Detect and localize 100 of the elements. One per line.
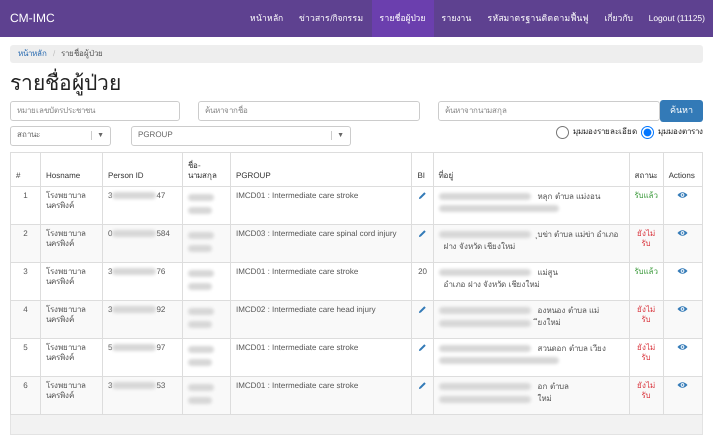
address-text: ฝาง จังหวัด เชียงใหม่ — [442, 241, 516, 254]
edit-icon[interactable] — [418, 342, 428, 352]
hospital-name: โรงพยาบาลนครพิงค์ — [46, 266, 86, 286]
nav-link[interactable]: รายงาน — [434, 0, 480, 37]
view-icon[interactable] — [677, 305, 688, 314]
status-text: รับแล้ว — [634, 266, 658, 276]
redacted-text — [188, 232, 214, 239]
hospital-name: โรงพยาบาลนครพิงค์ — [46, 190, 86, 210]
address-text: แม่สูน — [536, 266, 558, 280]
redacted-text — [188, 270, 214, 277]
row-number: 4 — [23, 304, 28, 314]
id-prefix: 0 — [108, 228, 112, 238]
id-prefix: 3 — [108, 380, 112, 390]
view-radio[interactable] — [556, 126, 569, 139]
id-suffix: 47 — [156, 190, 166, 200]
row-number: 2 — [23, 228, 28, 238]
view-icon[interactable] — [677, 267, 688, 276]
hospital-name: โรงพยาบาลนครพิงค์ — [46, 228, 86, 248]
view-icon[interactable] — [677, 343, 688, 352]
breadcrumb-link[interactable]: หน้าหลัก — [18, 49, 47, 60]
address-text: อำเภอ ฝาง จังหวัด เชียงใหม่ — [442, 279, 540, 292]
redacted-text — [112, 268, 156, 275]
redacted-text — [188, 194, 214, 201]
row-number: 1 — [23, 190, 28, 200]
redacted-text — [188, 358, 212, 366]
id-prefix: 3 — [108, 190, 112, 200]
column-header: # — [10, 152, 40, 186]
redacted-text — [112, 306, 156, 313]
id-suffix: 76 — [156, 266, 166, 276]
hospital-name: โรงพยาบาลนครพิงค์ — [46, 304, 86, 324]
row-number: 6 — [23, 380, 28, 390]
pgroup-text: IMCD01 : Intermediate care stroke — [236, 190, 358, 200]
view-icon[interactable] — [677, 381, 688, 390]
redacted-text — [188, 384, 214, 391]
address-text: ใหม่ — [536, 393, 552, 406]
status-text: ยังไม่รับ — [637, 228, 656, 248]
address-text: องหนอง ตำบล แม่ — [536, 304, 600, 317]
nav-link[interactable]: รายชื่อผู้ป่วย — [372, 0, 434, 37]
edit-icon[interactable] — [418, 228, 428, 238]
pgroup-text: IMCD01 : Intermediate care stroke — [236, 342, 358, 352]
redacted-text — [188, 346, 214, 353]
surname-field[interactable]: ค้นหาจากนามสกุล — [438, 100, 660, 121]
edit-icon[interactable] — [418, 380, 428, 390]
id-suffix: 584 — [156, 228, 170, 238]
status-text: ยังไม่รับ — [637, 380, 656, 400]
column-header: Person ID — [102, 152, 182, 186]
id-prefix: 3 — [108, 266, 112, 276]
row-number: 3 — [23, 266, 28, 276]
brand-title[interactable]: CM-IMC — [10, 10, 55, 26]
breadcrumb-separator: / — [53, 49, 56, 60]
redacted-text — [188, 282, 212, 290]
id-prefix: 5 — [108, 342, 112, 352]
view-icon[interactable] — [677, 229, 688, 238]
nav-link[interactable]: หน้าหลัก — [242, 0, 292, 37]
page-title: รายชื่อผู้ป่วย — [10, 71, 703, 97]
nav-link[interactable]: Logout (11125) — [640, 0, 713, 37]
column-header: ชื่อ-นามสกุล — [182, 152, 230, 186]
hospital-name: โรงพยาบาลนครพิงค์ — [46, 342, 86, 362]
redacted-text — [112, 192, 156, 199]
address-text: สวนดอก ตำบล เวียง — [536, 342, 606, 355]
id-prefix: 3 — [108, 304, 112, 314]
address-text: ียงใหม่ — [532, 317, 561, 330]
nav-link[interactable]: เกี่ยวกับ — [596, 0, 641, 37]
pgroup-text: IMCD02 : Intermediate care head injury — [236, 304, 376, 314]
edit-icon[interactable] — [418, 190, 428, 200]
column-header: BI — [412, 152, 434, 186]
column-header: Actions — [663, 152, 702, 186]
breadcrumb-current: รายชื่อผู้ป่วย — [61, 49, 104, 60]
id-number-field[interactable]: หมายเลขบัตรประชาชน — [10, 100, 180, 121]
pgroup-text: IMCD01 : Intermediate care stroke — [236, 380, 358, 390]
redacted-text — [188, 396, 212, 404]
address-text: ุบข่า ตำบล แม่ข่า อำเภอ — [534, 228, 618, 242]
edit-icon[interactable] — [418, 304, 428, 314]
address-text: อก ตำบล — [536, 380, 569, 393]
redacted-text — [112, 230, 156, 237]
nav-link[interactable]: รหัสมาตรฐานติดตามฟื้นฟู — [480, 0, 597, 37]
pgroup-text: IMCD01 : Intermediate care stroke — [236, 266, 358, 276]
redacted-text — [188, 206, 212, 214]
column-header: สถานะ — [629, 152, 664, 186]
view-radio[interactable] — [641, 126, 654, 139]
id-suffix: 92 — [156, 304, 166, 314]
status-text: ยังไม่รับ — [637, 342, 656, 362]
redacted-text — [112, 344, 156, 351]
id-suffix: 97 — [156, 342, 166, 352]
column-header: Hosname — [40, 152, 102, 186]
row-number: 5 — [23, 342, 28, 352]
view-icon[interactable] — [677, 191, 688, 200]
first-name-field[interactable]: ค้นหาจากชื่อ — [198, 100, 420, 121]
redacted-text — [188, 320, 212, 328]
hospital-name: โรงพยาบาลนครพิงค์ — [46, 380, 86, 400]
radio-label: มุมมองรายละเอียด — [573, 126, 637, 138]
search-button[interactable]: ค้นหา — [660, 100, 703, 122]
redacted-text — [188, 308, 214, 315]
status-text: รับแล้ว — [634, 190, 658, 200]
column-header: PGROUP — [230, 152, 412, 186]
id-suffix: 53 — [156, 380, 166, 390]
address-text: หลุก ตำบล แม่งอน — [536, 190, 600, 204]
pgroup-text: IMCD03 : Intermediate care spinal cord injury — [236, 228, 397, 238]
nav-link[interactable]: ข่าวสาร/กิจกรรม — [291, 0, 372, 37]
redacted-text — [112, 382, 156, 389]
